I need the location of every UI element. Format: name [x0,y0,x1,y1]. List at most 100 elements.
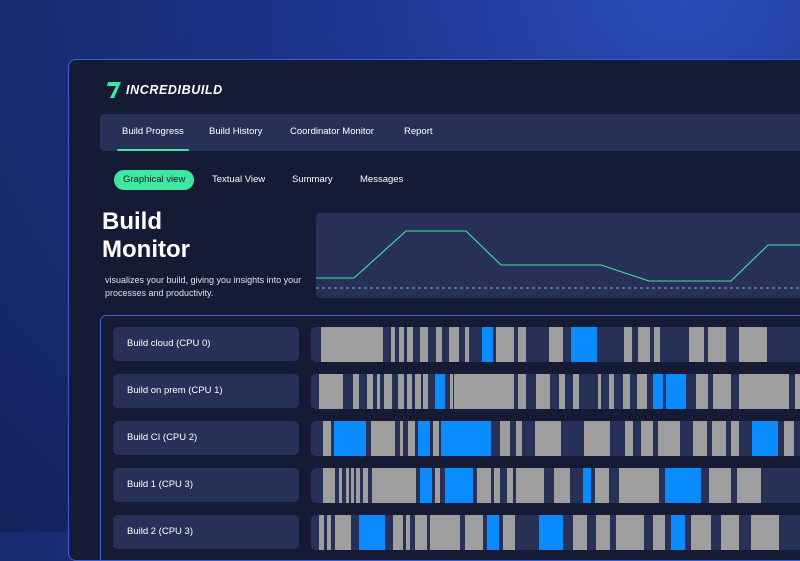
idle-task-block [536,374,550,409]
tab-build-progress[interactable]: Build Progress [117,114,189,151]
idle-task-block [516,468,544,503]
idle-task-block [408,421,415,456]
idle-task-block [795,374,800,409]
activity-chart [316,213,800,298]
active-task-block [571,327,597,362]
logo-text: INCREDIBUILD [126,83,223,97]
idle-task-block [658,421,680,456]
active-task-block [583,468,591,503]
idle-task-block [739,327,767,362]
idle-task-block [436,327,442,362]
idle-task-block [449,327,459,362]
active-task-block [539,515,563,550]
idle-task-block [689,327,704,362]
tab-coordinator-monitor[interactable]: Coordinator Monitor [290,114,374,151]
idle-task-block [384,374,392,409]
idle-task-block [372,468,416,503]
active-task-block [482,327,493,362]
tab-build-history[interactable]: Build History [209,114,262,151]
active-task-block [435,374,445,409]
tab-textual-view[interactable]: Textual View [212,170,265,190]
tab-graphical-view[interactable]: Graphical view [114,170,195,190]
idle-task-block [327,515,331,550]
idle-task-block [654,327,660,362]
active-task-block [359,515,385,550]
idle-task-block [353,374,359,409]
idle-task-block [399,327,404,362]
idle-task-block [319,515,324,550]
idle-task-block [400,421,403,456]
idle-task-block [319,374,343,409]
idle-task-block [415,515,427,550]
idle-task-block [595,468,609,503]
idle-task-block [407,374,412,409]
idle-task-block [516,421,522,456]
timeline-row-4-blocks [319,515,779,550]
page-description: visualizes your build, giving you insigh… [105,275,302,298]
idle-task-block [363,468,368,503]
idle-task-block [407,327,413,362]
idle-task-block [549,327,563,362]
idle-task-block [625,421,633,456]
idle-task-block [496,327,514,362]
idle-task-block [535,421,561,456]
idle-task-block [713,374,731,409]
row-label-build-cloud[interactable]: Build cloud (CPU 0) [113,327,299,361]
idle-task-block [691,515,711,550]
incredibuild-logo-icon [107,82,121,98]
active-task-block [671,515,685,550]
row-label-build-ci[interactable]: Build CI (CPU 2) [113,421,299,455]
idle-task-block [346,468,349,503]
idle-task-block [598,374,601,409]
idle-task-block [406,515,410,550]
idle-task-block [367,374,373,409]
idle-task-block [573,374,579,409]
incredibuild-logo: INCREDIBUILD [107,81,223,99]
idle-task-block [507,468,513,503]
timeline-row-1-blocks [319,374,800,409]
tab-summary[interactable]: Summary [292,170,333,190]
idle-task-block [351,468,354,503]
idle-task-block [335,515,351,550]
idle-task-block [465,327,469,362]
idle-task-block [450,374,453,409]
active-task-block [418,421,430,456]
idle-task-block [323,421,331,456]
idle-task-block [371,421,395,456]
idle-task-block [721,515,739,550]
tab-messages[interactable]: Messages [360,170,403,190]
idle-task-block [559,374,565,409]
active-task-block [665,468,701,503]
idle-task-block [356,468,360,503]
idle-task-block [503,515,515,550]
idle-task-block [494,468,500,503]
idle-task-block [435,468,440,503]
main-navigation: Build Progress Build History Coordinator… [100,114,800,151]
row-label-build-on-prem[interactable]: Build on prem (CPU 1) [113,374,299,408]
activity-line [316,230,800,282]
tab-report[interactable]: Report [404,114,433,151]
timeline-track-row-3 [311,468,800,503]
idle-task-block [696,374,708,409]
idle-task-block [616,515,644,550]
timeline-row-3-blocks [323,468,761,503]
idle-task-block [321,327,383,362]
row-label-build-1[interactable]: Build 1 (CPU 3) [113,468,299,502]
idle-task-block [596,515,610,550]
active-task-block [445,468,473,503]
idle-task-block [641,421,653,456]
idle-task-block [433,421,439,456]
idle-task-block [693,421,707,456]
page-title-line-1: Build [102,208,162,235]
idle-task-block [339,468,342,503]
idle-task-block [619,468,659,503]
idle-task-block [391,327,395,362]
idle-task-block [518,374,526,409]
timeline-row-2-blocks [323,421,794,456]
timeline-track-row-1 [311,374,800,409]
idle-task-block [554,468,570,503]
active-task-block [334,421,366,456]
idle-task-block [784,421,794,456]
row-label-build-2[interactable]: Build 2 (CPU 3) [113,515,299,549]
idle-task-block [653,515,665,550]
